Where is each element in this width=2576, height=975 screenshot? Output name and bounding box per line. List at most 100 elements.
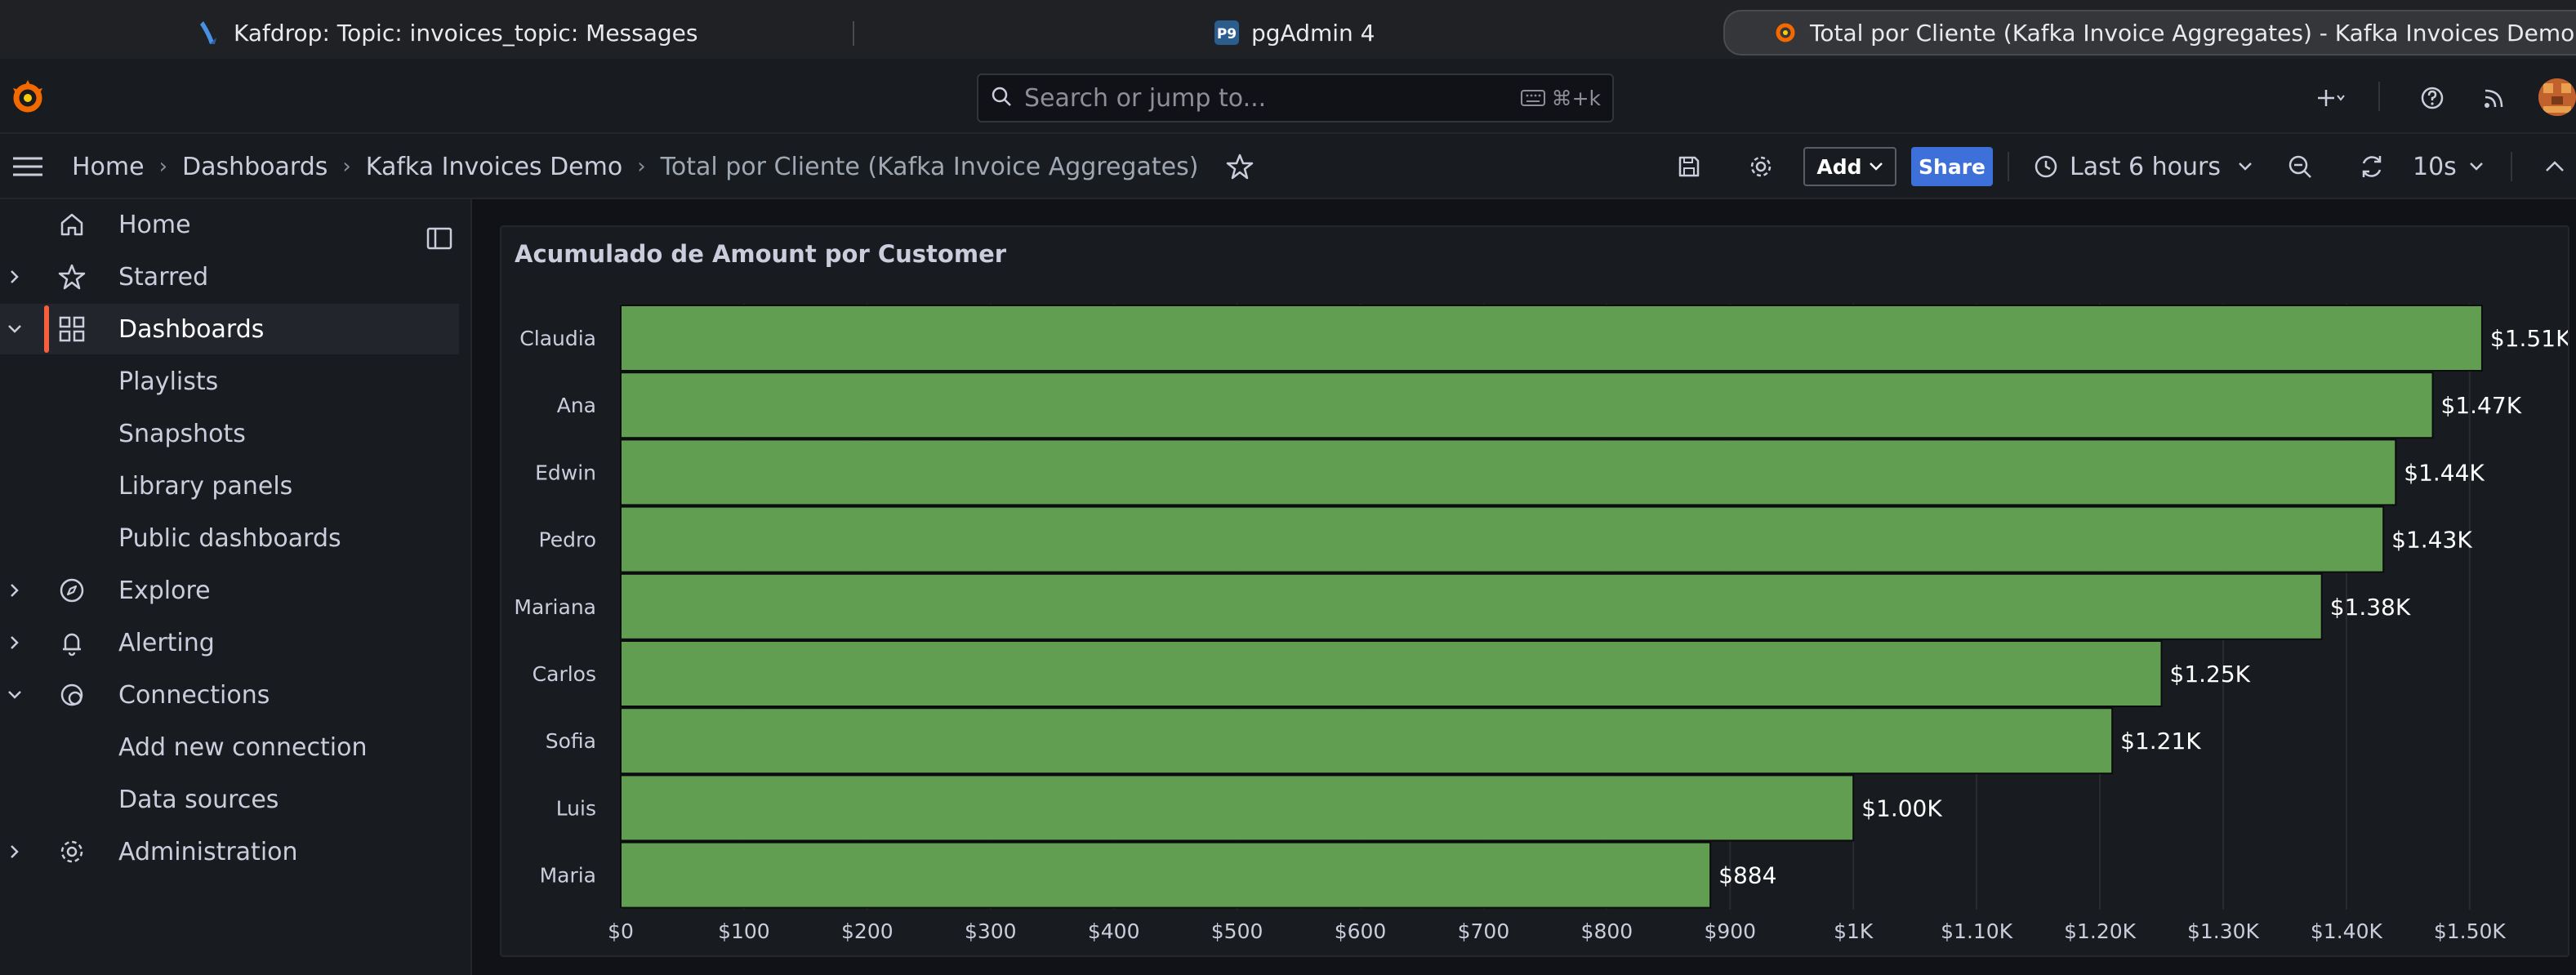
bar <box>620 439 2397 506</box>
share-button[interactable]: Share <box>1911 147 1993 186</box>
sidebar-item-label: Playlists <box>118 367 219 396</box>
user-avatar[interactable] <box>2538 78 2576 116</box>
sidebar-item-dashboards[interactable]: Dashboards <box>0 304 459 354</box>
bell-icon <box>63 633 81 657</box>
x-tick-label: $1.10K <box>1941 919 2013 943</box>
save-dashboard-icon[interactable] <box>1674 152 1704 181</box>
top-bar: Search or jump to... ⌘+k <box>0 59 2576 134</box>
search-input[interactable]: Search or jump to... ⌘+k <box>977 73 1614 122</box>
breadcrumb-folder[interactable]: Kafka Invoices Demo <box>366 153 622 181</box>
tab-title: Total por Cliente (Kafka Invoice Aggrega… <box>1810 19 2576 47</box>
refresh-interval-picker[interactable]: 10s <box>2413 145 2485 188</box>
breadcrumb-dashboards[interactable]: Dashboards <box>182 153 328 181</box>
breadcrumb-home[interactable]: Home <box>72 153 145 181</box>
sidebar-item-public-dashboards[interactable]: Public dashboards <box>0 513 459 563</box>
add-button-label: Add <box>1816 154 1862 179</box>
sidebar-item-label: Explore <box>118 576 211 605</box>
breadcrumb: Home › Dashboards › Kafka Invoices Demo … <box>72 134 1254 199</box>
chevron-down-icon <box>2239 162 2252 171</box>
sidebar-item-label: Snapshots <box>118 419 246 448</box>
sidebar-item-label: Starred <box>118 262 209 292</box>
zoom-out-icon[interactable] <box>2285 152 2315 181</box>
help-icon[interactable] <box>2418 83 2447 113</box>
bar-chart-panel[interactable]: Acumulado de Amount por Customer Claudia… <box>500 225 2569 957</box>
sidebar-item-explore[interactable]: Explore <box>0 565 459 616</box>
mark-favorite-star-icon[interactable] <box>1226 153 1254 180</box>
new-plus-icon[interactable] <box>2316 83 2346 113</box>
x-tick-label: $1.50K <box>2434 919 2507 943</box>
sidebar-item-home[interactable]: Home <box>0 199 459 250</box>
x-tick-label: $100 <box>718 919 770 943</box>
svg-text:P9: P9 <box>1217 26 1237 42</box>
x-tick-label: $700 <box>1458 919 1510 943</box>
value-label: $1.43K <box>2391 527 2472 554</box>
time-range-label: Last 6 hours <box>2070 152 2221 181</box>
chevron-down-icon[interactable] <box>5 685 25 705</box>
category-label: Carlos <box>533 662 596 686</box>
sidebar-item-label: Alerting <box>118 628 215 657</box>
grafana-logo-icon[interactable] <box>8 77 47 116</box>
x-tick-label: $1.40K <box>2311 919 2383 943</box>
sidebar-item-alerting[interactable]: Alerting <box>0 617 459 668</box>
keyboard-icon <box>1520 90 1545 106</box>
x-tick-label: $500 <box>1211 919 1263 943</box>
sidebar-item-add-new-connection[interactable]: Add new connection <box>0 722 459 772</box>
sidebar-item-label: Home <box>118 210 191 239</box>
x-tick-label: $900 <box>1704 919 1756 943</box>
bar <box>620 505 2385 573</box>
menu-toggle-icon[interactable] <box>11 152 44 181</box>
x-tick-label: $600 <box>1335 919 1387 943</box>
sidebar-item-playlists[interactable]: Playlists <box>0 356 459 407</box>
category-label: Edwin <box>535 461 596 484</box>
sidebar: Home Starred Dashboards Playlists Snapsh… <box>0 199 472 975</box>
browser-tab-grafana[interactable]: Total por Cliente (Kafka Invoice Aggrega… <box>1723 10 2576 56</box>
sidebar-item-snapshots[interactable]: Snapshots <box>0 408 459 459</box>
chevron-down-icon <box>2469 162 2483 171</box>
chevron-right-icon[interactable] <box>5 267 25 287</box>
value-label: $884 <box>1718 862 1776 889</box>
clock-icon <box>2035 155 2057 178</box>
browser-tab-strip: Kafdrop: Topic: invoices_topic: Messages… <box>0 0 2576 59</box>
value-label: $1.44K <box>2404 459 2485 486</box>
share-button-label: Share <box>1919 154 1985 179</box>
chevron-down-icon <box>1869 162 1883 171</box>
x-tick-label: $1.20K <box>2064 919 2137 943</box>
search-shortcut-label: ⌘+k <box>1551 86 1601 110</box>
time-range-picker[interactable]: Last 6 hours <box>2034 145 2253 188</box>
kafdrop-icon <box>196 20 222 46</box>
sidebar-item-administration[interactable]: Administration <box>0 826 459 877</box>
category-label: Ana <box>557 394 596 417</box>
cog-icon <box>60 840 83 863</box>
sidebar-item-starred[interactable]: Starred <box>0 252 459 302</box>
sidebar-item-label: Library panels <box>118 471 293 501</box>
browser-tab-kafdrop[interactable]: Kafdrop: Topic: invoices_topic: Messages <box>196 10 849 56</box>
sidebar-item-library-panels[interactable]: Library panels <box>0 461 459 511</box>
sidebar-item-label: Data sources <box>118 785 279 814</box>
value-label: $1.00K <box>1861 795 1942 821</box>
compass-icon <box>60 578 84 603</box>
tab-title: Kafdrop: Topic: invoices_topic: Messages <box>234 19 698 47</box>
chevron-right-icon[interactable] <box>5 633 25 652</box>
search-placeholder: Search or jump to... <box>1024 83 1267 113</box>
connections-icon <box>60 683 83 706</box>
category-label: Luis <box>556 796 596 820</box>
bar <box>620 372 2434 439</box>
category-label: Pedro <box>539 528 596 552</box>
browser-tab-pgadmin[interactable]: P9 pgAdmin 4 <box>1214 10 1704 56</box>
x-tick-label: $800 <box>1581 919 1633 943</box>
search-shortcut: ⌘+k <box>1520 86 1601 110</box>
chevron-down-icon[interactable] <box>5 319 25 339</box>
chevron-right-icon[interactable] <box>5 581 25 600</box>
dock-menu-icon[interactable] <box>425 224 454 253</box>
sidebar-item-connections[interactable]: Connections <box>0 670 459 720</box>
refresh-icon[interactable] <box>2357 152 2387 181</box>
value-label: $1.38K <box>2330 594 2411 621</box>
collapse-chevron-up-icon[interactable] <box>2540 152 2569 181</box>
add-button[interactable]: Add <box>1803 147 1896 186</box>
sidebar-item-data-sources[interactable]: Data sources <box>0 774 459 825</box>
value-label: $1.25K <box>2170 661 2251 688</box>
chevron-right-icon[interactable] <box>5 842 25 861</box>
dashboard-settings-icon[interactable] <box>1746 152 1776 181</box>
sidebar-item-label: Add new connection <box>118 732 368 762</box>
rss-news-icon[interactable] <box>2480 83 2509 113</box>
